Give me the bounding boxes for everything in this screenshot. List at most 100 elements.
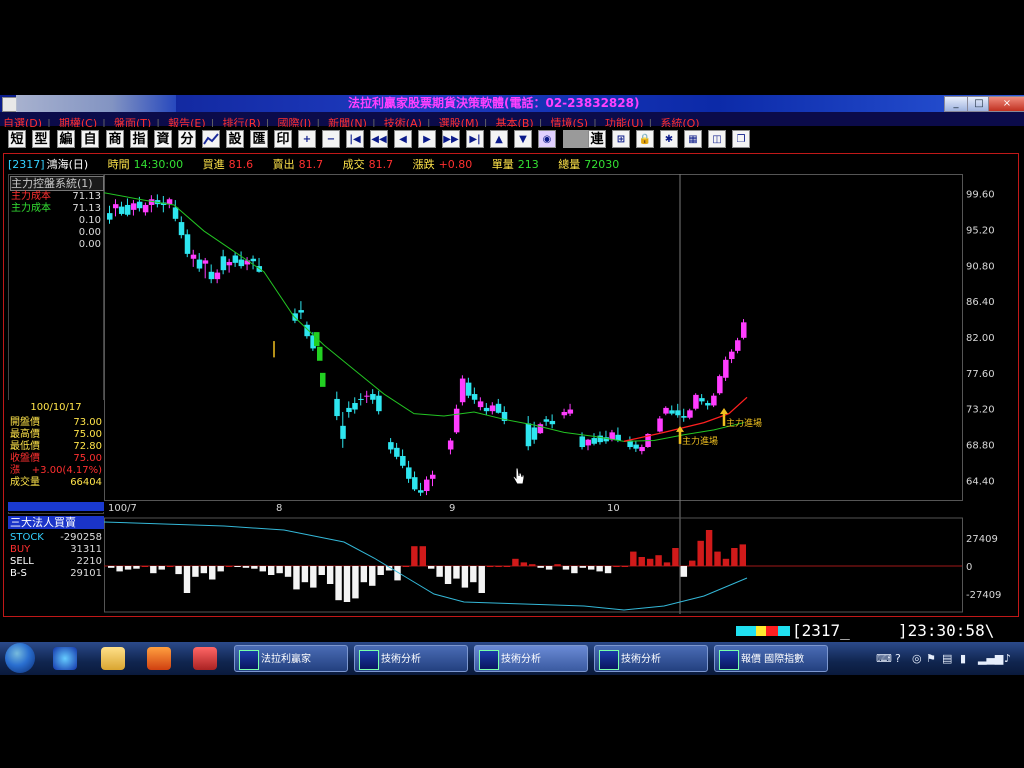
tool-link-button[interactable]: 連	[588, 130, 606, 148]
down-icon[interactable]: ▼	[514, 130, 532, 148]
layers-icon[interactable]: ❐	[732, 130, 750, 148]
tool-product-button[interactable]: 商	[106, 130, 124, 148]
open-value: 73.00	[73, 417, 102, 428]
candle-body	[657, 418, 663, 432]
calendar-icon[interactable]: ◉	[538, 130, 556, 148]
window-titlebar[interactable]: 法拉利贏家股票期貨決策軟體(電話：02-23832828) _ □ ×	[0, 95, 1024, 112]
signal-icon[interactable]: ▂▄▆	[978, 642, 1003, 675]
window-title: 法拉利贏家股票期貨決策軟體(電話：02-23832828)	[348, 96, 640, 110]
low-label: 最低價	[10, 441, 40, 452]
task-label: 報價 國際指數	[741, 654, 805, 665]
cost-label-green: 主力成本	[11, 203, 51, 214]
institution-bar	[141, 566, 149, 567]
tool-custom-button[interactable]: 自	[81, 130, 99, 148]
browser-icon[interactable]	[53, 647, 77, 670]
lock-icon[interactable]: 🔒	[636, 130, 654, 148]
candle-body	[226, 262, 233, 266]
institution-bar	[369, 566, 376, 586]
battery-icon[interactable]: ▮	[960, 642, 966, 675]
toolbar: 短 型 編 自 商 指 資 分 設 匯 印 + − |◀ ◀◀ ◀ ▶ ▶▶ ▶…	[0, 127, 1024, 151]
task-label: 技術分析	[381, 654, 421, 665]
y-tick-label: 86.40	[966, 297, 995, 308]
institution-bar	[183, 566, 191, 593]
tool-split-button[interactable]: 分	[178, 130, 196, 148]
candle-body	[406, 467, 412, 479]
task-analysis-3[interactable]: 技術分析	[594, 645, 708, 672]
network-tray-icon[interactable]: ▤	[942, 642, 952, 675]
institution-bar	[318, 566, 325, 575]
candle-body	[412, 477, 418, 490]
price-chart[interactable]: 主力進場主力進場 99.60 95.20 90.80 86.40 82.00 77.60 7…	[104, 174, 1016, 614]
volume-icon[interactable]: ♪	[1004, 642, 1011, 675]
window-icon[interactable]: ◫	[708, 130, 726, 148]
ohlc-panel: 100/10/17 開盤價 73.00 最高價 75.00 最低價 72.80 收盤價…	[8, 400, 104, 512]
institution-title[interactable]: 三大法人買賣	[8, 516, 104, 529]
tool-export-button[interactable]: 匯	[250, 130, 268, 148]
indicator-title[interactable]: 主力控盤系統(1)	[10, 176, 104, 191]
sell-value: 2210	[76, 556, 102, 567]
institution-bar	[217, 566, 224, 572]
app-icon	[2, 97, 17, 112]
prev-icon[interactable]: ◀	[394, 130, 412, 148]
tool-data-button[interactable]: 資	[154, 130, 172, 148]
high-label: 最高價	[10, 429, 40, 440]
close-button[interactable]: ×	[988, 96, 1024, 112]
tool-settings-button[interactable]: 設	[226, 130, 244, 148]
puzzle-icon[interactable]: ✱	[660, 130, 678, 148]
institution-bar	[259, 566, 266, 572]
language-icon[interactable]: ◎	[912, 642, 922, 675]
network-icon[interactable]: ⊞	[612, 130, 630, 148]
keyboard-icon[interactable]: ⌨	[876, 642, 892, 675]
lower-y-tick: -27409	[966, 590, 1001, 601]
stock-code: [2317]	[8, 158, 45, 171]
institution-bar	[503, 566, 511, 567]
institution-bar	[461, 566, 469, 588]
zoom-out-icon[interactable]: −	[322, 130, 340, 148]
next-icon[interactable]: ▶	[418, 130, 436, 148]
start-button[interactable]	[5, 643, 35, 673]
indicator-value: 0.00	[78, 239, 101, 250]
app-icon[interactable]	[193, 647, 217, 670]
candle-body	[633, 444, 639, 449]
tool-type-button[interactable]: 型	[32, 130, 50, 148]
institution-bar	[680, 566, 688, 577]
institution-bar	[377, 566, 384, 575]
tool-print-button[interactable]: 印	[274, 130, 292, 148]
institution-bar	[630, 551, 637, 566]
minimize-button[interactable]: _	[944, 96, 968, 112]
institution-bar	[739, 544, 746, 566]
zoom-in-icon[interactable]: +	[298, 130, 316, 148]
total-volume-label: 總量	[558, 158, 581, 171]
candle-body	[376, 395, 382, 412]
last-icon[interactable]: ▶|	[466, 130, 484, 148]
panel-scrollbar[interactable]	[8, 502, 104, 511]
candle-body	[459, 378, 466, 403]
institution-bar	[116, 566, 123, 572]
task-analysis-2[interactable]: 技術分析	[474, 645, 588, 672]
flag-icon[interactable]: ⚑	[926, 642, 936, 675]
first-icon[interactable]: |◀	[346, 130, 364, 148]
candle-body	[112, 204, 119, 209]
up-icon[interactable]: ▲	[490, 130, 508, 148]
task-analysis-1[interactable]: 技術分析	[354, 645, 468, 672]
candle-body	[202, 260, 209, 264]
tool-edit-button[interactable]: 編	[57, 130, 75, 148]
media-player-icon[interactable]	[147, 647, 171, 670]
candle-body	[124, 204, 131, 215]
rewind-icon[interactable]: ◀◀	[370, 130, 388, 148]
task-quote[interactable]: 報價 國際指數	[714, 645, 828, 672]
forward-icon[interactable]: ▶▶	[442, 130, 460, 148]
lower-y-tick: 27409	[966, 534, 998, 545]
tool-short-button[interactable]: 短	[8, 130, 26, 148]
candle-body	[314, 332, 320, 347]
grid-icon[interactable]: ▦	[684, 130, 702, 148]
task-ferrari[interactable]: 法拉利贏家	[234, 645, 348, 672]
candle-body	[447, 440, 454, 450]
tool-index-button[interactable]: 指	[130, 130, 148, 148]
candle-body	[424, 479, 430, 492]
chart-icon[interactable]	[202, 130, 220, 148]
folder-icon[interactable]	[101, 647, 125, 670]
help-icon[interactable]: ?	[895, 642, 901, 675]
institution-bar	[175, 566, 182, 575]
candle-body	[579, 436, 586, 448]
